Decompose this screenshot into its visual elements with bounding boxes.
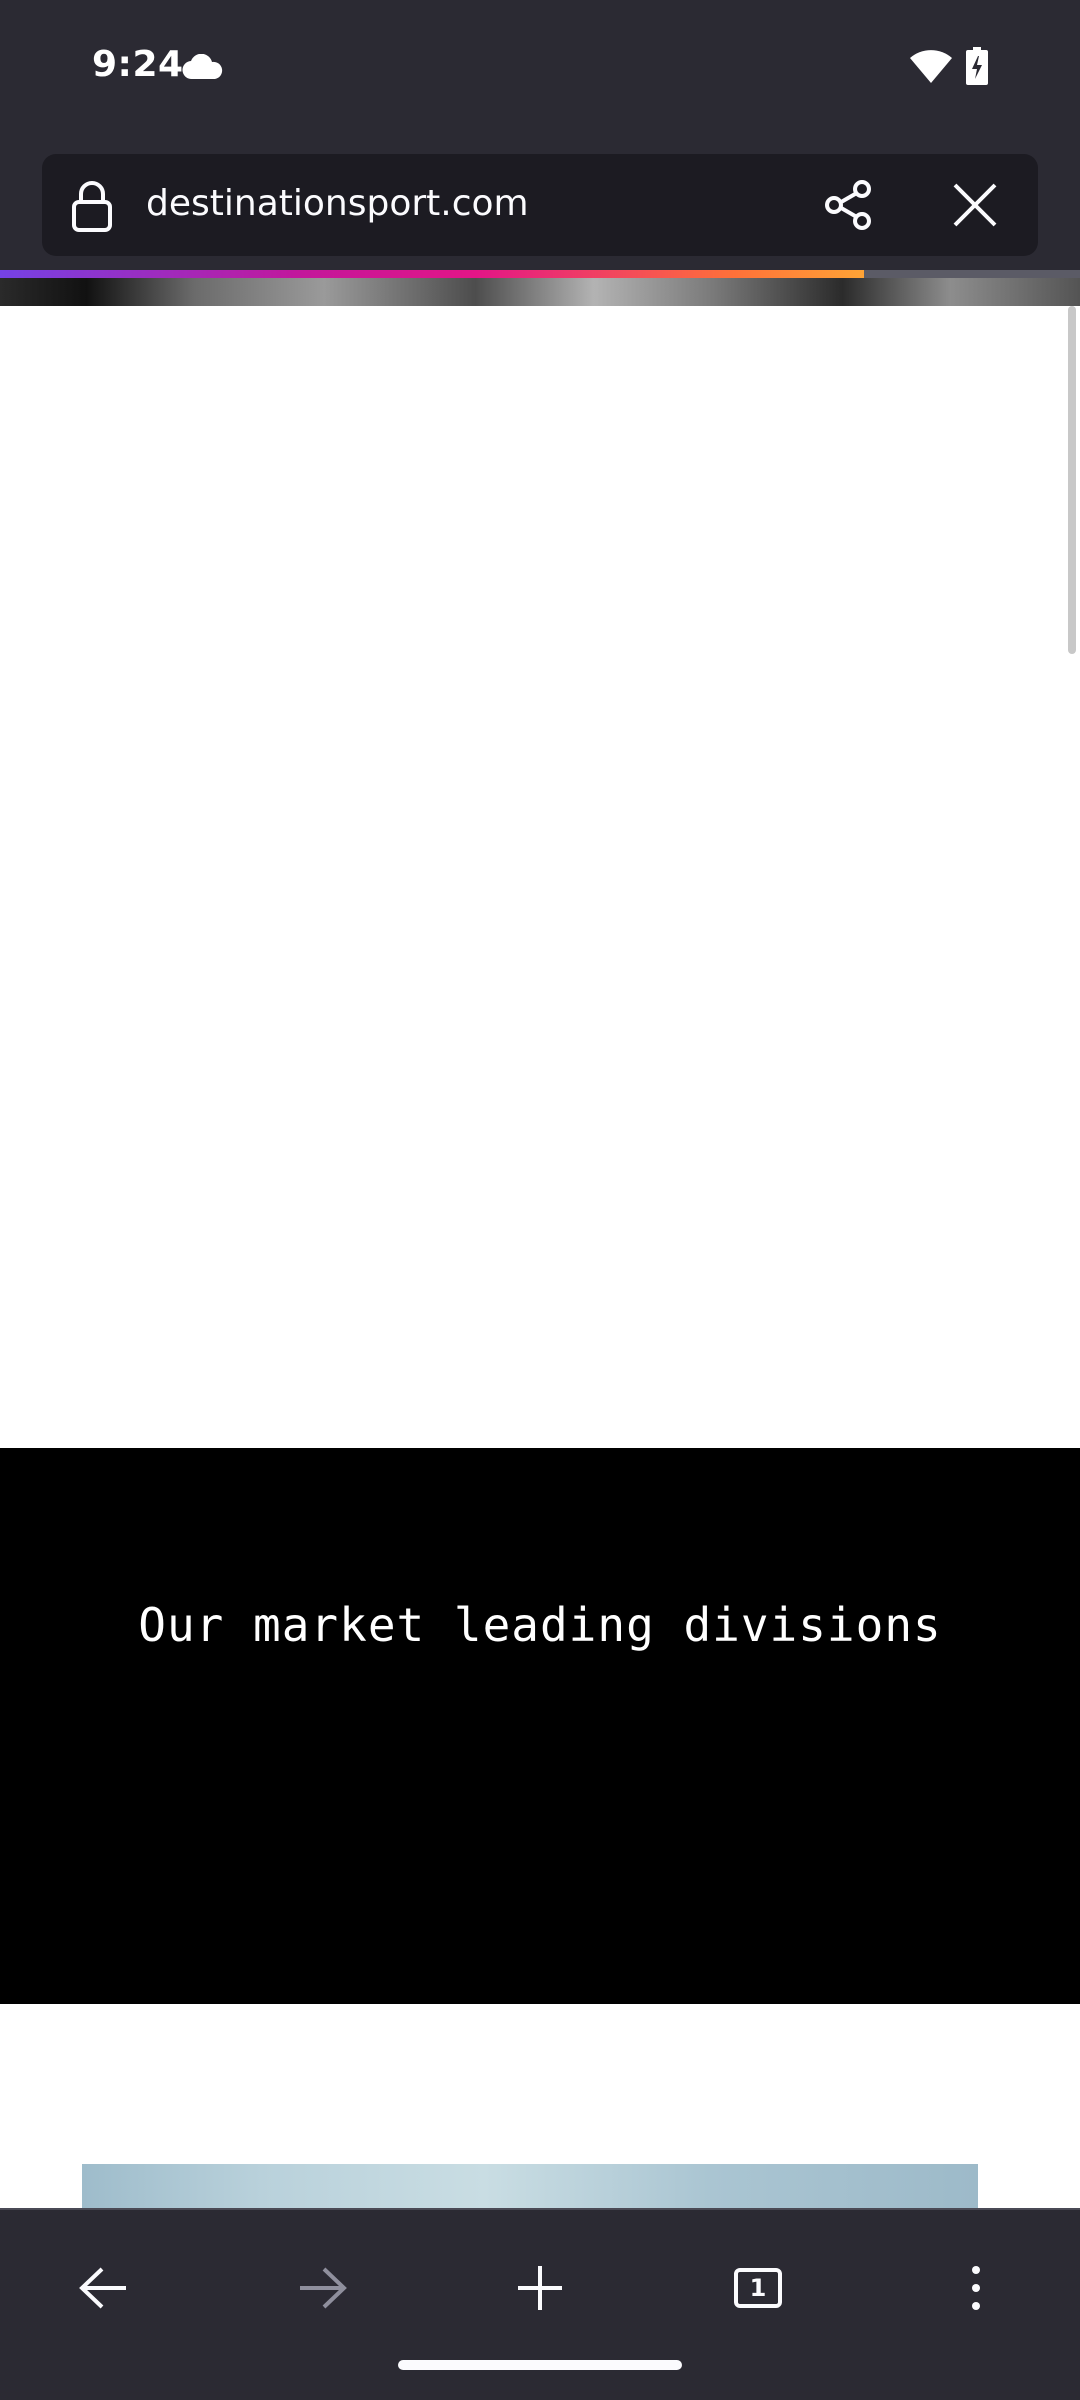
page-scrollbar[interactable]: [1068, 306, 1076, 654]
page-content-blank: [0, 306, 1080, 1448]
tab-count: 1: [749, 2274, 767, 2302]
cloud-icon: [182, 54, 223, 80]
wifi-icon: [910, 50, 952, 83]
divisions-section: Our market leading divisions: [0, 1448, 1080, 2004]
page-load-progress: [0, 270, 1080, 278]
menu-button[interactable]: [936, 2248, 1016, 2328]
lock-icon[interactable]: [70, 180, 114, 232]
url-text[interactable]: destinationsport.com: [146, 182, 529, 226]
back-button[interactable]: [64, 2248, 144, 2328]
battery-charging-icon: [966, 47, 988, 85]
divisions-heading: Our market leading divisions: [138, 1598, 942, 1652]
back-arrow-icon: [79, 2267, 126, 2309]
hero-image: [0, 278, 1080, 306]
more-vertical-icon: [972, 2266, 980, 2310]
status-time: 9:24: [92, 44, 184, 85]
home-indicator[interactable]: [398, 2360, 682, 2370]
forward-arrow-icon: [300, 2267, 347, 2309]
tabs-button[interactable]: 1: [718, 2248, 798, 2328]
new-tab-button[interactable]: [500, 2248, 580, 2328]
tabs-icon: 1: [734, 2268, 782, 2308]
url-bar[interactable]: destinationsport.com: [42, 154, 1038, 256]
bottom-nav-bar: 1: [0, 2208, 1080, 2400]
page-load-progress-fill: [0, 270, 864, 278]
share-icon[interactable]: [822, 178, 876, 232]
division-image[interactable]: [82, 2164, 978, 2208]
plus-icon: [518, 2266, 562, 2310]
browser-toolbar: destinationsport.com: [0, 140, 1080, 270]
status-bar: 9:24: [0, 0, 1080, 140]
close-icon[interactable]: [950, 180, 1000, 230]
forward-button[interactable]: [282, 2248, 362, 2328]
